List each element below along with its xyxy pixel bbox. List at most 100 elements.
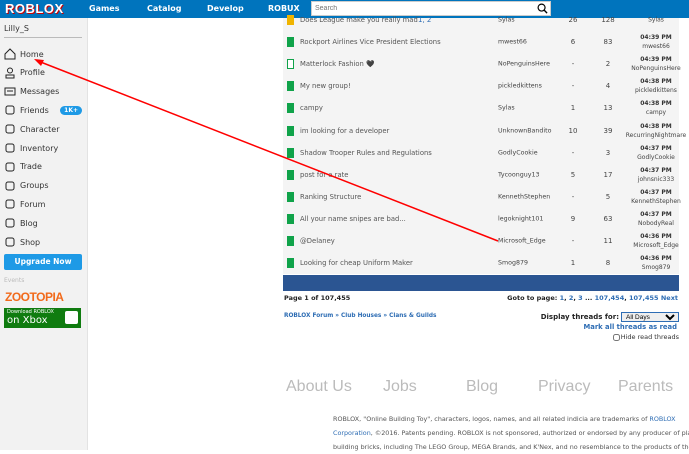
thread-author[interactable]: Tycoonguy13 xyxy=(498,171,539,178)
thread-author[interactable]: KennethStephen xyxy=(498,193,550,200)
thread-author[interactable]: pickledkittens xyxy=(498,83,542,90)
thread-author[interactable]: mwest66 xyxy=(498,39,527,46)
thread-views: 128 xyxy=(601,16,615,24)
sidebar-item-label: Trade xyxy=(20,162,42,172)
thread-author[interactable]: Sylas xyxy=(498,17,515,24)
thread-author[interactable]: UnknownBandito xyxy=(498,127,551,134)
sidebar-item-character[interactable]: Character xyxy=(4,121,84,137)
roblox-logo[interactable]: ROBLOX xyxy=(5,1,64,16)
thread-title[interactable]: Rockport Airlines Vice President Electio… xyxy=(300,38,441,46)
sidebar-item-label: Profile xyxy=(20,68,45,78)
display-threads-select[interactable]: All Days xyxy=(621,312,679,322)
sidebar-item-messages[interactable]: Messages xyxy=(4,84,84,100)
thread-icon xyxy=(287,236,294,246)
groups-icon xyxy=(5,181,15,191)
thread-last-post[interactable]: 04:37 PM GodlyCookie xyxy=(623,144,689,162)
thread-author[interactable]: Sylas xyxy=(498,105,515,112)
thread-replies: 10 xyxy=(568,126,578,135)
sidebar-item-profile[interactable]: Profile xyxy=(4,65,84,81)
sidebar-item-label: Character xyxy=(20,124,60,134)
nav-catalog[interactable]: Catalog xyxy=(147,4,181,13)
thread-title[interactable]: Matterlock Fashion 🖤 xyxy=(300,60,375,68)
table-row: @Delaney Microsoft_Edge - 11 04:36 PM Mic… xyxy=(283,230,679,252)
thread-icon xyxy=(287,81,294,92)
breadcrumb-clans-guilds[interactable]: Clans & Guilds xyxy=(389,313,436,319)
sidebar-item-forum[interactable]: Forum xyxy=(4,196,84,212)
sidebar-item-label: Shop xyxy=(20,237,41,247)
thread-title[interactable]: Does League make you really mad xyxy=(300,16,418,24)
roblox-link[interactable]: ROBLOX xyxy=(649,415,675,423)
sidebar-item-inventory[interactable]: Inventory xyxy=(4,140,84,156)
hot-thread-icon xyxy=(287,15,294,25)
hide-read-checkbox[interactable] xyxy=(612,333,620,341)
page-link-107455[interactable]: 107,455 xyxy=(629,294,659,302)
last-post-time: 04:37 PM xyxy=(640,210,672,218)
sidebar-item-blog[interactable]: Blog xyxy=(4,215,84,231)
thread-author[interactable]: Smog879 xyxy=(498,260,528,267)
sidebar-item-shop[interactable]: Shop xyxy=(4,234,84,250)
messages-icon xyxy=(4,87,16,96)
thread-title[interactable]: Ranking Structure xyxy=(300,193,361,201)
sidebar-item-trade[interactable]: Trade xyxy=(4,159,84,175)
ellipsis: ... xyxy=(584,294,593,302)
page-link-107454[interactable]: 107,454 xyxy=(595,294,625,302)
thread-last-post[interactable]: 04:37 PM NobodyReal xyxy=(623,210,689,228)
thread-last-post[interactable]: 04:38 PM pickledkittens xyxy=(623,77,689,95)
page-link-1[interactable]: 1 xyxy=(560,294,565,302)
thread-views: 17 xyxy=(603,170,613,179)
thread-title[interactable]: im looking for a developer xyxy=(300,127,389,135)
next-page-link[interactable]: Next xyxy=(661,294,678,302)
nav-develop[interactable]: Develop xyxy=(207,4,244,13)
mark-all-read-link[interactable]: Mark all threads as read xyxy=(583,323,677,331)
thread-last-post[interactable]: 04:37 PM johnsnic333 xyxy=(623,166,689,184)
thread-author[interactable]: GodlyCookie xyxy=(498,149,538,156)
sidebar-item-groups[interactable]: Groups xyxy=(4,178,84,194)
last-post-user: NobodyReal xyxy=(638,219,674,227)
thread-author[interactable]: NoPenguinsHere xyxy=(498,61,550,68)
display-threads: Display threads for: All Days xyxy=(541,312,679,322)
thread-last-post[interactable]: 04:37 PM KennethStephen xyxy=(623,188,689,206)
page-link-2[interactable]: 2 xyxy=(569,294,574,302)
thread-last-post[interactable]: 04:36 PM Microsoft_Edge xyxy=(623,232,689,250)
thread-last-post[interactable]: Sylas xyxy=(623,16,689,25)
thread-title[interactable]: @Delaney xyxy=(300,237,335,245)
xbox-line2: on Xbox xyxy=(7,315,48,326)
thread-author[interactable]: Microsoft_Edge xyxy=(498,238,546,245)
thread-icon xyxy=(287,125,294,136)
thread-last-post[interactable]: 04:39 PM NoPenguinsHere xyxy=(623,55,689,73)
last-post-time: 04:37 PM xyxy=(640,166,672,174)
footer-parents[interactable]: Parents xyxy=(618,378,673,396)
thread-title[interactable]: My new group! xyxy=(300,82,351,90)
thread-last-post[interactable]: 04:39 PM mwest66 xyxy=(623,33,689,51)
thread-author[interactable]: legoknight101 xyxy=(498,215,543,222)
sidebar-item-friends[interactable]: Friends 1K+ xyxy=(4,102,84,118)
nav-games[interactable]: Games xyxy=(89,4,120,13)
thread-views: 63 xyxy=(603,214,613,223)
thread-last-post[interactable]: 04:36 PM Smog879 xyxy=(623,254,689,272)
sidebar-item-label: Forum xyxy=(20,199,46,209)
thread-last-post[interactable]: 04:38 PM campy xyxy=(623,99,689,117)
xbox-download-banner[interactable]: Download ROBLOX on Xbox xyxy=(4,308,81,328)
home-icon xyxy=(4,48,16,60)
breadcrumb-forum[interactable]: ROBLOX Forum xyxy=(284,313,333,319)
thread-title[interactable]: campy xyxy=(300,104,323,112)
thread-title[interactable]: post for a rate xyxy=(300,171,348,179)
table-footer-bar xyxy=(283,275,679,291)
zootopia-event-banner[interactable]: ZOOTOPIA xyxy=(5,290,64,304)
thread-title[interactable]: Looking for cheap Uniform Maker xyxy=(300,259,413,267)
thread-pages[interactable]: 1, 2 xyxy=(418,16,431,24)
footer-jobs[interactable]: Jobs xyxy=(383,378,417,396)
username[interactable]: Lilly_S xyxy=(4,24,29,33)
corporation-link[interactable]: Corporation xyxy=(333,429,371,437)
breadcrumb-club-houses[interactable]: Club Houses xyxy=(341,313,381,319)
sidebar-item-home[interactable]: Home xyxy=(4,46,84,62)
footer-about-us[interactable]: About Us xyxy=(286,378,352,396)
thread-title[interactable]: All your name snipes are bad... xyxy=(300,215,406,223)
thread-title[interactable]: Shadow Trooper Rules and Regulations xyxy=(300,149,432,157)
table-row: post for a rate Tycoonguy13 5 17 04:37 P… xyxy=(283,164,679,186)
footer-privacy[interactable]: Privacy xyxy=(538,378,590,396)
page-link-3[interactable]: 3 xyxy=(578,294,583,302)
thread-last-post[interactable]: 04:38 PM RecurringNightmare xyxy=(623,122,689,140)
footer-blog[interactable]: Blog xyxy=(466,378,498,396)
upgrade-now-button[interactable]: Upgrade Now xyxy=(4,254,82,270)
